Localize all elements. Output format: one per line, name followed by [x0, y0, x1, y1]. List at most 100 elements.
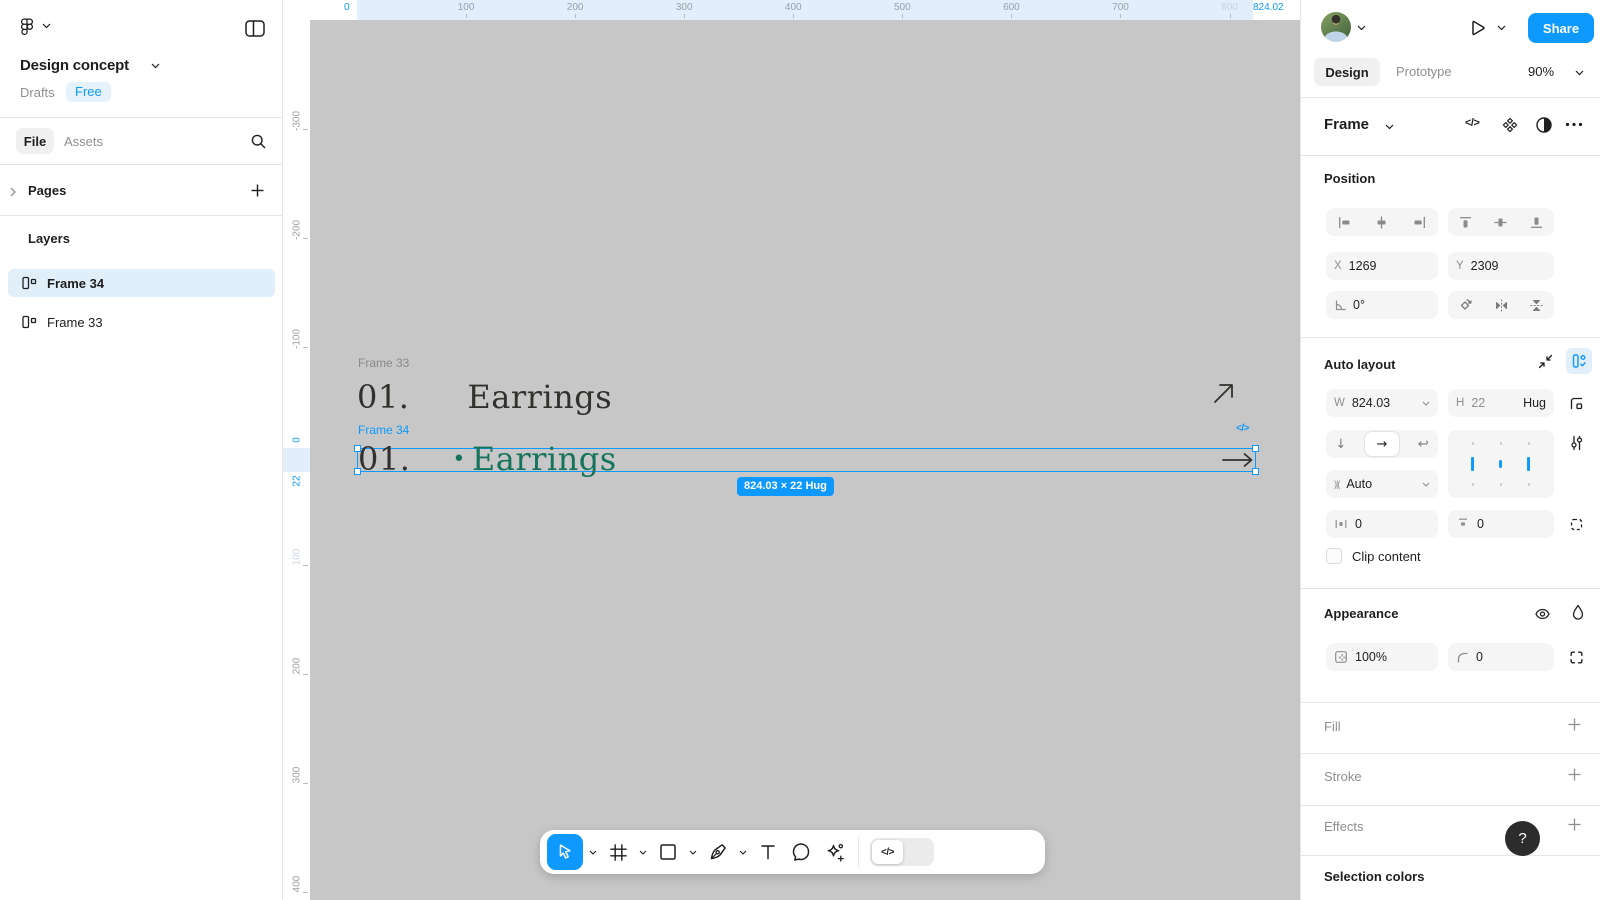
- dev-mode-toggle[interactable]: </>: [870, 838, 934, 866]
- clip-content-checkbox[interactable]: [1326, 548, 1342, 564]
- frame34-arrow-right-icon[interactable]: [1221, 452, 1254, 468]
- frame33-canvas-label[interactable]: Frame 33: [358, 356, 409, 370]
- direction-horizontal-icon[interactable]: →: [1365, 432, 1399, 456]
- y-position-field[interactable]: Y 2309: [1448, 252, 1554, 280]
- breadcrumb[interactable]: Drafts: [20, 85, 55, 100]
- pages-expand-chevron-icon[interactable]: [10, 187, 16, 197]
- layer-row-frame-34[interactable]: Frame 34: [8, 269, 275, 297]
- align-right-icon[interactable]: [1412, 215, 1427, 230]
- flip-horizontal-icon[interactable]: [1494, 298, 1509, 313]
- width-field[interactable]: W 824.03: [1326, 389, 1438, 417]
- ruler-top: 0 100200300400500600700800 824.02: [283, 0, 1300, 20]
- add-fill-icon[interactable]: [1567, 717, 1583, 733]
- plan-badge[interactable]: Free: [66, 82, 111, 102]
- more-options-icon[interactable]: [1565, 122, 1583, 127]
- object-type-chevron-icon[interactable]: [1385, 124, 1394, 130]
- move-tool-button[interactable]: [547, 834, 583, 870]
- resize-to-fit-icon[interactable]: [1565, 392, 1587, 414]
- sidebar-collapse-icon[interactable]: [245, 20, 265, 37]
- tab-prototype[interactable]: Prototype: [1396, 64, 1452, 79]
- expand-fullscreen-icon[interactable]: [1565, 646, 1587, 668]
- ruler-tick-label: 100: [458, 2, 475, 13]
- align-horizontal-center-icon[interactable]: [1374, 215, 1389, 230]
- search-icon[interactable]: [250, 133, 267, 150]
- visibility-eye-icon[interactable]: [1531, 603, 1553, 625]
- selected-object-type[interactable]: Frame: [1324, 116, 1369, 133]
- blend-drop-icon[interactable]: [1567, 601, 1589, 623]
- rotation-field[interactable]: 0°: [1326, 291, 1438, 319]
- rotation-value: 0°: [1353, 298, 1365, 312]
- horizontal-padding-field[interactable]: 0: [1326, 510, 1438, 538]
- pen-tool-chevron-icon[interactable]: [736, 834, 750, 870]
- code-icon[interactable]: </>: [1465, 117, 1479, 129]
- individual-padding-icon[interactable]: [1565, 513, 1587, 535]
- move-tool-chevron-icon[interactable]: [586, 834, 600, 870]
- frame34-text-row[interactable]: 01.•Earrings: [358, 443, 617, 475]
- align-vertical-center-icon[interactable]: [1493, 215, 1508, 230]
- layer-row-frame-33[interactable]: Frame 33: [8, 308, 275, 336]
- clip-content-label[interactable]: Clip content: [1352, 549, 1421, 564]
- present-play-icon[interactable]: [1468, 18, 1487, 38]
- vertical-align-group: [1448, 208, 1554, 236]
- rotate-icon[interactable]: [1458, 297, 1474, 313]
- vertical-padding-field[interactable]: 0: [1448, 510, 1554, 538]
- flip-vertical-icon[interactable]: [1529, 298, 1544, 313]
- add-effect-icon[interactable]: [1567, 817, 1583, 833]
- frame34-canvas-label[interactable]: Frame 34: [358, 423, 409, 437]
- component-icon[interactable]: [1502, 117, 1518, 133]
- layout-settings-sliders-icon[interactable]: [1565, 432, 1587, 454]
- file-title-chevron-icon[interactable]: [151, 63, 160, 69]
- align-top-icon[interactable]: [1458, 215, 1473, 230]
- selection-handle-se[interactable]: [1252, 468, 1259, 475]
- align-bottom-icon[interactable]: [1529, 215, 1544, 230]
- mask-icon[interactable]: [1535, 116, 1553, 134]
- rectangle-tool-chevron-icon[interactable]: [686, 834, 700, 870]
- divider: [1301, 855, 1600, 856]
- opacity-field[interactable]: 100%: [1326, 643, 1438, 671]
- frame-tool-chevron-icon[interactable]: [636, 834, 650, 870]
- file-title[interactable]: Design concept: [20, 57, 129, 74]
- auto-layout-alignment-pad[interactable]: [1448, 430, 1554, 498]
- align-left-icon[interactable]: [1337, 215, 1352, 230]
- gap-field[interactable]: )|( Auto: [1326, 470, 1438, 498]
- zoom-chevron-icon[interactable]: [1575, 70, 1584, 76]
- add-stroke-icon[interactable]: [1567, 767, 1583, 783]
- direction-wrap-icon[interactable]: ↩: [1418, 437, 1429, 452]
- avatar[interactable]: [1321, 12, 1351, 42]
- auto-layout-active-toggle[interactable]: [1566, 348, 1592, 374]
- selection-handle-ne[interactable]: [1252, 445, 1259, 452]
- tab-design[interactable]: Design: [1314, 58, 1380, 86]
- ruler-tick-label: 200: [567, 2, 584, 13]
- tab-assets[interactable]: Assets: [64, 134, 103, 149]
- zoom-level[interactable]: 90%: [1528, 64, 1554, 79]
- rectangle-tool-button[interactable]: [653, 834, 683, 870]
- direction-vertical-icon[interactable]: ↓: [1335, 437, 1346, 452]
- height-field[interactable]: H 22 Hug: [1448, 389, 1554, 417]
- collapse-auto-layout-icon[interactable]: [1534, 350, 1556, 372]
- comment-tool-button[interactable]: [786, 834, 816, 870]
- x-position-field[interactable]: X 1269: [1326, 252, 1438, 280]
- file-menu-chevron-icon[interactable]: [42, 23, 51, 29]
- corner-radius-field[interactable]: 0: [1448, 643, 1554, 671]
- pages-section-label[interactable]: Pages: [28, 183, 66, 198]
- layout-direction-group: ↓ → ↩: [1326, 430, 1438, 458]
- frame-tool-button[interactable]: [603, 834, 633, 870]
- frame33-text-row[interactable]: 01.Earrings: [357, 381, 612, 413]
- h-sizing-mode[interactable]: Hug: [1523, 396, 1546, 410]
- figma-logo-icon[interactable]: [18, 17, 36, 37]
- avatar-chevron-icon[interactable]: [1357, 25, 1366, 31]
- pen-tool-button[interactable]: [703, 834, 733, 870]
- tab-file[interactable]: File: [16, 128, 54, 154]
- frame33-arrow-ne-icon[interactable]: [1211, 380, 1237, 406]
- canvas[interactable]: Frame 33 01.Earrings Frame 34 </> 01.•Ea…: [283, 0, 1300, 900]
- present-chevron-icon[interactable]: [1497, 25, 1506, 31]
- width-chevron-icon[interactable]: [1422, 401, 1430, 406]
- ruler-tick-label: 800: [1221, 2, 1238, 13]
- help-button[interactable]: ?: [1505, 821, 1540, 856]
- text-tool-button[interactable]: [753, 834, 783, 870]
- share-button[interactable]: Share: [1528, 13, 1594, 43]
- frame34-dev-code-badge[interactable]: </>: [1236, 423, 1249, 434]
- actions-tool-button[interactable]: [819, 834, 849, 870]
- add-page-icon[interactable]: [250, 183, 265, 198]
- gap-chevron-icon[interactable]: [1422, 482, 1430, 487]
